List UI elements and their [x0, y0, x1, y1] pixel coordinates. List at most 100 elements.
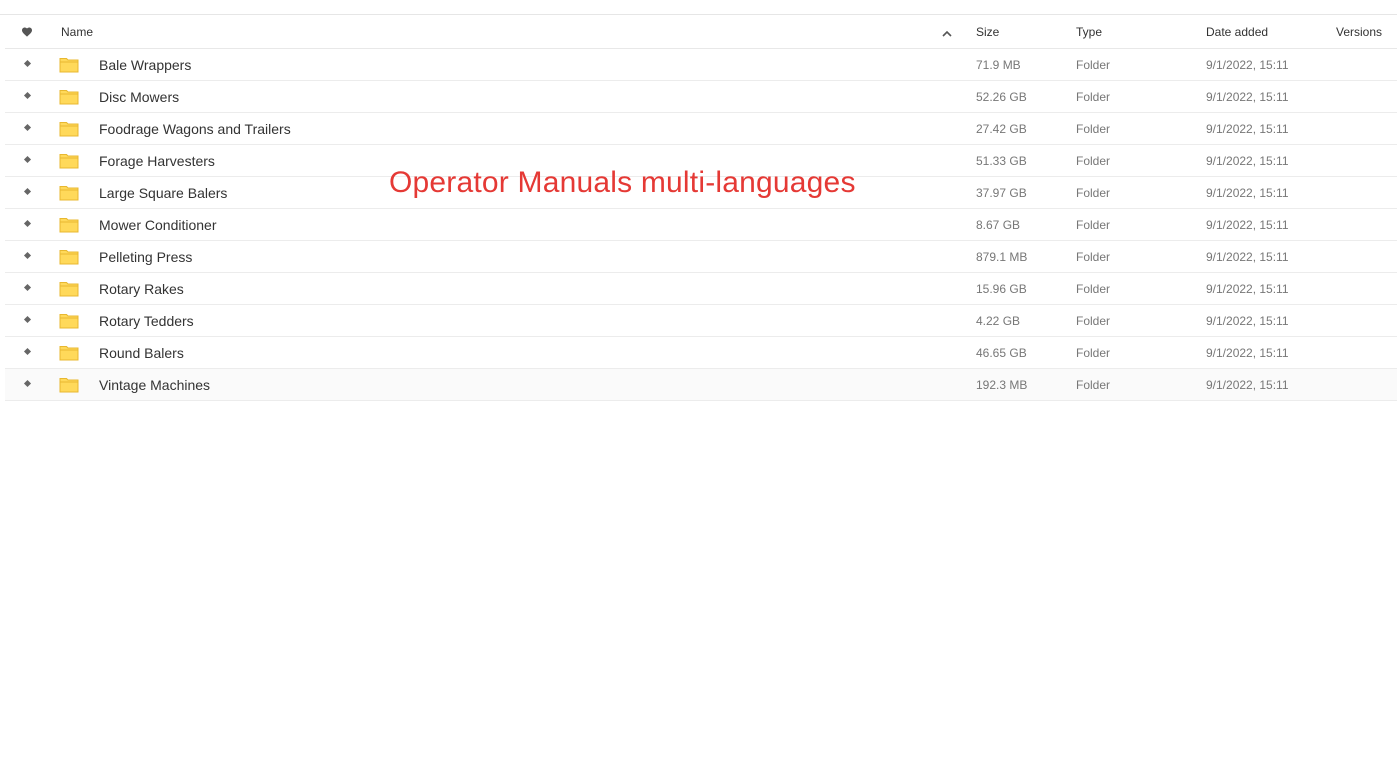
table-row[interactable]: Vintage Machines 192.3 MB Folder 9/1/202… — [5, 369, 1397, 401]
row-date-added: 9/1/2022, 15:11 — [1206, 185, 1289, 200]
folder-icon-cell — [59, 337, 83, 368]
favorite-toggle[interactable] — [5, 209, 49, 240]
row-name[interactable]: Round Balers — [99, 337, 919, 368]
row-date-added: 9/1/2022, 15:11 — [1206, 377, 1289, 392]
date-added-column-header[interactable]: Date added — [1206, 15, 1326, 48]
favorite-toggle[interactable] — [5, 241, 49, 272]
favorite-toggle[interactable] — [5, 49, 49, 80]
row-versions — [1336, 273, 1396, 304]
folder-icon — [59, 90, 79, 105]
row-size: 37.97 GB — [976, 185, 1027, 200]
row-type: Folder — [1076, 217, 1111, 232]
favorite-dot-icon — [23, 219, 31, 228]
folder-icon-cell — [59, 369, 83, 400]
type-column-header[interactable]: Type — [1076, 15, 1196, 48]
table-row[interactable]: Mower Conditioner 8.67 GB Folder 9/1/202… — [5, 209, 1397, 241]
table-row[interactable]: Rotary Tedders 4.22 GB Folder 9/1/2022, … — [5, 305, 1397, 337]
folder-icon — [59, 250, 79, 265]
table-row[interactable]: Round Balers 46.65 GB Folder 9/1/2022, 1… — [5, 337, 1397, 369]
row-type: Folder — [1076, 121, 1111, 136]
file-browser: Name Size Type Date added Versions Bale … — [0, 0, 1397, 771]
row-date-added: 9/1/2022, 15:11 — [1206, 57, 1289, 72]
row-name[interactable]: Vintage Machines — [99, 369, 919, 400]
row-name[interactable]: Rotary Rakes — [99, 273, 919, 304]
folder-icon — [59, 154, 79, 169]
favorite-dot-icon — [23, 315, 31, 324]
size-column-header[interactable]: Size — [976, 15, 1066, 48]
table-row[interactable]: Foodrage Wagons and Trailers 27.42 GB Fo… — [5, 113, 1397, 145]
folder-icon-cell — [59, 49, 83, 80]
versions-column-header[interactable]: Versions — [1336, 15, 1396, 48]
row-name[interactable]: Rotary Tedders — [99, 305, 919, 336]
folder-icon-cell — [59, 273, 83, 304]
heart-icon — [22, 27, 32, 37]
favorite-toggle[interactable] — [5, 337, 49, 368]
row-size: 8.67 GB — [976, 217, 1021, 232]
row-type: Folder — [1076, 377, 1111, 392]
row-type: Folder — [1076, 185, 1111, 200]
row-date-added: 9/1/2022, 15:11 — [1206, 121, 1289, 136]
row-versions — [1336, 177, 1396, 208]
folder-icon-cell — [59, 81, 83, 112]
row-size: 15.96 GB — [976, 281, 1027, 296]
favorite-dot-icon — [23, 123, 31, 132]
watermark-title: Operator Manuals multi-languages — [389, 166, 856, 199]
row-date-added: 9/1/2022, 15:11 — [1206, 89, 1289, 104]
favorite-dot-icon — [23, 379, 31, 388]
favorite-toggle[interactable] — [5, 81, 49, 112]
row-type: Folder — [1076, 313, 1111, 328]
favorite-dot-icon — [23, 347, 31, 356]
favorite-toggle[interactable] — [5, 273, 49, 304]
row-size: 51.33 GB — [976, 153, 1027, 168]
row-type: Folder — [1076, 57, 1111, 72]
row-versions — [1336, 81, 1396, 112]
favorite-toggle[interactable] — [5, 177, 49, 208]
row-name[interactable]: Pelleting Press — [99, 241, 919, 272]
table-row[interactable]: Bale Wrappers 71.9 MB Folder 9/1/2022, 1… — [5, 49, 1397, 81]
row-versions — [1336, 145, 1396, 176]
folder-icon — [59, 346, 79, 361]
row-size: 4.22 GB — [976, 313, 1021, 328]
row-versions — [1336, 337, 1396, 368]
folder-icon — [59, 378, 79, 393]
table-row[interactable]: Pelleting Press 879.1 MB Folder 9/1/2022… — [5, 241, 1397, 273]
row-name[interactable]: Foodrage Wagons and Trailers — [99, 113, 919, 144]
row-type: Folder — [1076, 89, 1111, 104]
favorite-dot-icon — [23, 91, 31, 100]
row-name[interactable]: Disc Mowers — [99, 81, 919, 112]
table-row[interactable]: Rotary Rakes 15.96 GB Folder 9/1/2022, 1… — [5, 273, 1397, 305]
folder-icon-cell — [59, 305, 83, 336]
table-header: Name Size Type Date added Versions — [5, 15, 1397, 49]
row-size: 27.42 GB — [976, 121, 1027, 136]
favorite-toggle[interactable] — [5, 369, 49, 400]
table-body: Bale Wrappers 71.9 MB Folder 9/1/2022, 1… — [5, 49, 1397, 401]
folder-icon-cell — [59, 113, 83, 144]
row-size: 879.1 MB — [976, 249, 1028, 264]
folder-icon — [59, 122, 79, 137]
favorites-column-header[interactable] — [5, 15, 49, 48]
row-date-added: 9/1/2022, 15:11 — [1206, 153, 1289, 168]
folder-icon-cell — [59, 145, 83, 176]
folder-icon — [59, 282, 79, 297]
favorite-dot-icon — [23, 59, 31, 68]
row-date-added: 9/1/2022, 15:11 — [1206, 217, 1289, 232]
favorite-toggle[interactable] — [5, 113, 49, 144]
row-size: 71.9 MB — [976, 57, 1021, 72]
row-name[interactable]: Mower Conditioner — [99, 209, 919, 240]
table-row[interactable]: Disc Mowers 52.26 GB Folder 9/1/2022, 15… — [5, 81, 1397, 113]
folder-icon-cell — [59, 177, 83, 208]
row-versions — [1336, 241, 1396, 272]
favorite-toggle[interactable] — [5, 305, 49, 336]
row-name[interactable]: Bale Wrappers — [99, 49, 919, 80]
row-versions — [1336, 113, 1396, 144]
row-type: Folder — [1076, 345, 1111, 360]
favorite-toggle[interactable] — [5, 145, 49, 176]
folder-icon-cell — [59, 241, 83, 272]
row-type: Folder — [1076, 153, 1111, 168]
chevron-up-icon — [942, 30, 952, 37]
row-date-added: 9/1/2022, 15:11 — [1206, 313, 1289, 328]
sort-direction-toggle[interactable] — [939, 15, 955, 48]
name-column-header[interactable]: Name — [61, 15, 881, 48]
row-date-added: 9/1/2022, 15:11 — [1206, 281, 1289, 296]
row-size: 46.65 GB — [976, 345, 1027, 360]
